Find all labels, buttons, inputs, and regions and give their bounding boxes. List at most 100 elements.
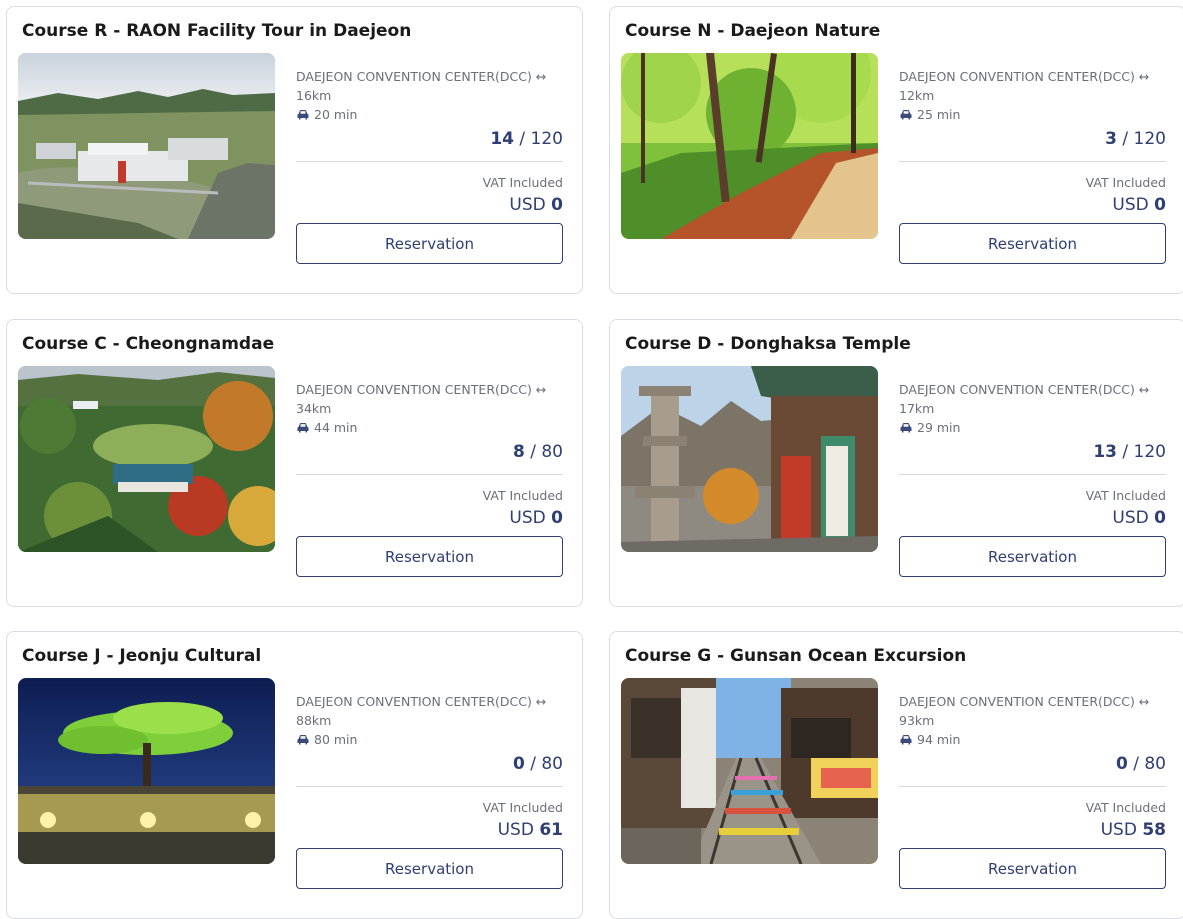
course-photo-raon-facility	[18, 53, 275, 239]
drive-time-row: 44 min	[296, 418, 563, 437]
course-info: DAEJEON CONVENTION CENTER(DCC) ↔ 34km 44…	[296, 380, 563, 530]
reservation-button[interactable]: Reservation	[899, 223, 1166, 264]
route-origin: DAEJEON CONVENTION CENTER(DCC) ↔	[296, 69, 547, 84]
capacity-count: 3 / 120	[899, 127, 1166, 151]
course-title: Course J - Jeonju Cultural	[22, 646, 262, 666]
course-info: DAEJEON CONVENTION CENTER(DCC) ↔ 88km 80…	[296, 692, 563, 842]
course-card-n: Course N - Daejeon Nature DAEJEON CONVEN…	[609, 6, 1183, 294]
divider	[296, 474, 563, 475]
route-distance: 12km	[899, 88, 935, 103]
price-amount: 0	[1154, 508, 1166, 528]
drive-time: 80 min	[314, 732, 358, 747]
price-currency: USD	[1112, 195, 1149, 215]
car-icon	[900, 109, 912, 119]
route-origin: DAEJEON CONVENTION CENTER(DCC) ↔	[899, 694, 1150, 709]
booked-count: 13	[1093, 442, 1117, 462]
course-title: Course G - Gunsan Ocean Excursion	[625, 646, 967, 666]
price: USD 0	[296, 506, 563, 530]
price: USD 0	[296, 193, 563, 217]
price: USD 61	[296, 818, 563, 842]
course-info: DAEJEON CONVENTION CENTER(DCC) ↔ 93km 94…	[899, 692, 1166, 842]
route-text: DAEJEON CONVENTION CENTER(DCC) ↔ 12km	[899, 67, 1166, 105]
drive-time: 25 min	[917, 107, 961, 122]
reservation-button[interactable]: Reservation	[296, 536, 563, 577]
course-info: DAEJEON CONVENTION CENTER(DCC) ↔ 16km 20…	[296, 67, 563, 217]
capacity-count: 8 / 80	[296, 440, 563, 464]
price-amount: 0	[551, 195, 563, 215]
capacity-total: / 80	[530, 754, 563, 774]
price-currency: USD	[509, 195, 546, 215]
divider	[296, 786, 563, 787]
car-icon	[297, 422, 309, 432]
vat-label: VAT Included	[482, 488, 563, 503]
capacity-count: 0 / 80	[296, 752, 563, 776]
vat-label: VAT Included	[482, 800, 563, 815]
route-text: DAEJEON CONVENTION CENTER(DCC) ↔ 34km	[296, 380, 563, 418]
divider	[899, 786, 1166, 787]
course-photo-forest-trail	[621, 53, 878, 239]
price-amount: 0	[551, 508, 563, 528]
route-origin: DAEJEON CONVENTION CENTER(DCC) ↔	[296, 694, 547, 709]
route-text: DAEJEON CONVENTION CENTER(DCC) ↔ 17km	[899, 380, 1166, 418]
reservation-button[interactable]: Reservation	[899, 536, 1166, 577]
booked-count: 0	[1115, 754, 1128, 774]
route-origin: DAEJEON CONVENTION CENTER(DCC) ↔	[296, 382, 547, 397]
course-photo-gunsan-railway	[621, 678, 878, 864]
vat-label: VAT Included	[1085, 175, 1166, 190]
booked-count: 8	[512, 442, 525, 462]
course-info: DAEJEON CONVENTION CENTER(DCC) ↔ 12km 25…	[899, 67, 1166, 217]
drive-time-row: 20 min	[296, 105, 563, 124]
price-currency: USD	[497, 820, 534, 840]
drive-time: 94 min	[917, 732, 961, 747]
drive-time-row: 80 min	[296, 730, 563, 749]
reservation-button[interactable]: Reservation	[296, 223, 563, 264]
price-amount: 61	[539, 820, 563, 840]
drive-time-row: 94 min	[899, 730, 1166, 749]
drive-time-row: 25 min	[899, 105, 1166, 124]
route-text: DAEJEON CONVENTION CENTER(DCC) ↔ 16km	[296, 67, 563, 105]
capacity-total: / 80	[1133, 754, 1166, 774]
course-info: DAEJEON CONVENTION CENTER(DCC) ↔ 17km 29…	[899, 380, 1166, 530]
drive-time-row: 29 min	[899, 418, 1166, 437]
vat-label: VAT Included	[1085, 488, 1166, 503]
price: USD 0	[899, 193, 1166, 217]
capacity-count: 14 / 120	[296, 127, 563, 151]
car-icon	[900, 422, 912, 432]
booked-count: 14	[490, 129, 514, 149]
route-distance: 34km	[296, 401, 332, 416]
divider	[899, 161, 1166, 162]
drive-time: 20 min	[314, 107, 358, 122]
course-card-g: Course G - Gunsan Ocean Excursion DAEJEO…	[609, 631, 1183, 919]
capacity-count: 13 / 120	[899, 440, 1166, 464]
booked-count: 3	[1105, 129, 1117, 149]
vat-label: VAT Included	[482, 175, 563, 190]
route-distance: 88km	[296, 713, 332, 728]
divider	[899, 474, 1166, 475]
course-photo-cheongnamdae	[18, 366, 275, 552]
course-title: Course R - RAON Facility Tour in Daejeon	[22, 21, 412, 41]
capacity-total: / 120	[1122, 442, 1166, 462]
price-currency: USD	[509, 508, 546, 528]
route-text: DAEJEON CONVENTION CENTER(DCC) ↔ 88km	[296, 692, 563, 730]
reservation-button[interactable]: Reservation	[899, 848, 1166, 889]
booked-count: 0	[512, 754, 525, 774]
price-currency: USD	[1100, 820, 1137, 840]
capacity-count: 0 / 80	[899, 752, 1166, 776]
course-card-d: Course D - Donghaksa Temple DAEJEON CONV…	[609, 319, 1183, 607]
car-icon	[297, 734, 309, 744]
reservation-button[interactable]: Reservation	[296, 848, 563, 889]
price-amount: 58	[1142, 820, 1166, 840]
route-distance: 93km	[899, 713, 935, 728]
car-icon	[900, 734, 912, 744]
price: USD 0	[899, 506, 1166, 530]
course-title: Course D - Donghaksa Temple	[625, 334, 911, 354]
course-title: Course C - Cheongnamdae	[22, 334, 275, 354]
course-title: Course N - Daejeon Nature	[625, 21, 881, 41]
price-amount: 0	[1154, 195, 1166, 215]
drive-time: 44 min	[314, 420, 358, 435]
course-card-j: Course J - Jeonju Cultural DAEJEON CONVE…	[6, 631, 583, 919]
route-text: DAEJEON CONVENTION CENTER(DCC) ↔ 93km	[899, 692, 1166, 730]
course-photo-jeonju-cultural	[18, 678, 275, 864]
price-currency: USD	[1112, 508, 1149, 528]
course-card-r: Course R - RAON Facility Tour in Daejeon	[6, 6, 583, 294]
